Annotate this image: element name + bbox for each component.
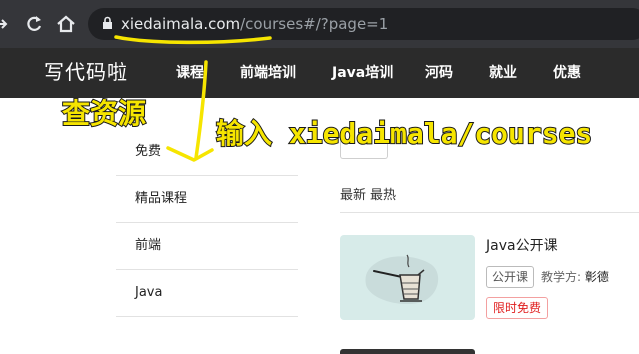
lock-icon[interactable] [102,15,113,34]
forward-arrow-icon[interactable] [0,12,8,43]
divider [340,212,639,213]
coffee-pot-illustration [365,254,439,305]
address-bar-url[interactable]: xiedaimala.com/courses#/?page=1 [121,12,388,36]
teacher-name: 彰德 [584,270,609,284]
nav-courses[interactable]: 课程 [176,62,204,84]
nav-offers[interactable]: 优惠 [553,62,581,84]
next-course-thumbnail[interactable] [340,349,475,354]
nav-jobs[interactable]: 就业 [489,62,517,84]
annotation-instruction: 输入 xiedaimala/courses [215,116,593,151]
sidebar-item-premium[interactable]: 精品课程 [116,177,298,223]
annotation-lookup-source: 查资源 [61,96,147,131]
open-course-badge: 公开课 [486,266,535,288]
limited-free-badge: 限时免费 [486,297,549,319]
url-path: /courses#/?page=1 [240,15,389,33]
nav-java-training[interactable]: Java培训 [332,62,393,84]
course-thumbnail[interactable] [340,235,475,320]
nav-frontend-training[interactable]: 前端培训 [240,62,296,84]
sort-latest-tab[interactable]: 最新 [340,186,366,206]
sidebar-item-frontend[interactable]: 前端 [116,224,298,270]
site-logo[interactable]: 写代码啦 [44,57,128,87]
home-icon[interactable] [55,12,77,43]
url-host: xiedaimala.com [121,15,241,33]
sidebar-item-label: Java [135,285,163,300]
sort-hottest-tab[interactable]: 最热 [370,186,396,206]
sidebar-item-label: 精品课程 [135,191,188,206]
reload-icon[interactable] [24,12,44,43]
nav-hema[interactable]: 河码 [425,62,453,84]
sidebar-item-java[interactable]: Java [116,271,298,317]
sidebar-item-label: 前端 [135,238,162,253]
course-title[interactable]: Java公开课 [486,236,558,256]
sidebar-item-label: 免费 [135,144,162,159]
course-teacher: 教学方: 彰德 [541,267,609,287]
teacher-label: 教学方: [541,270,582,284]
